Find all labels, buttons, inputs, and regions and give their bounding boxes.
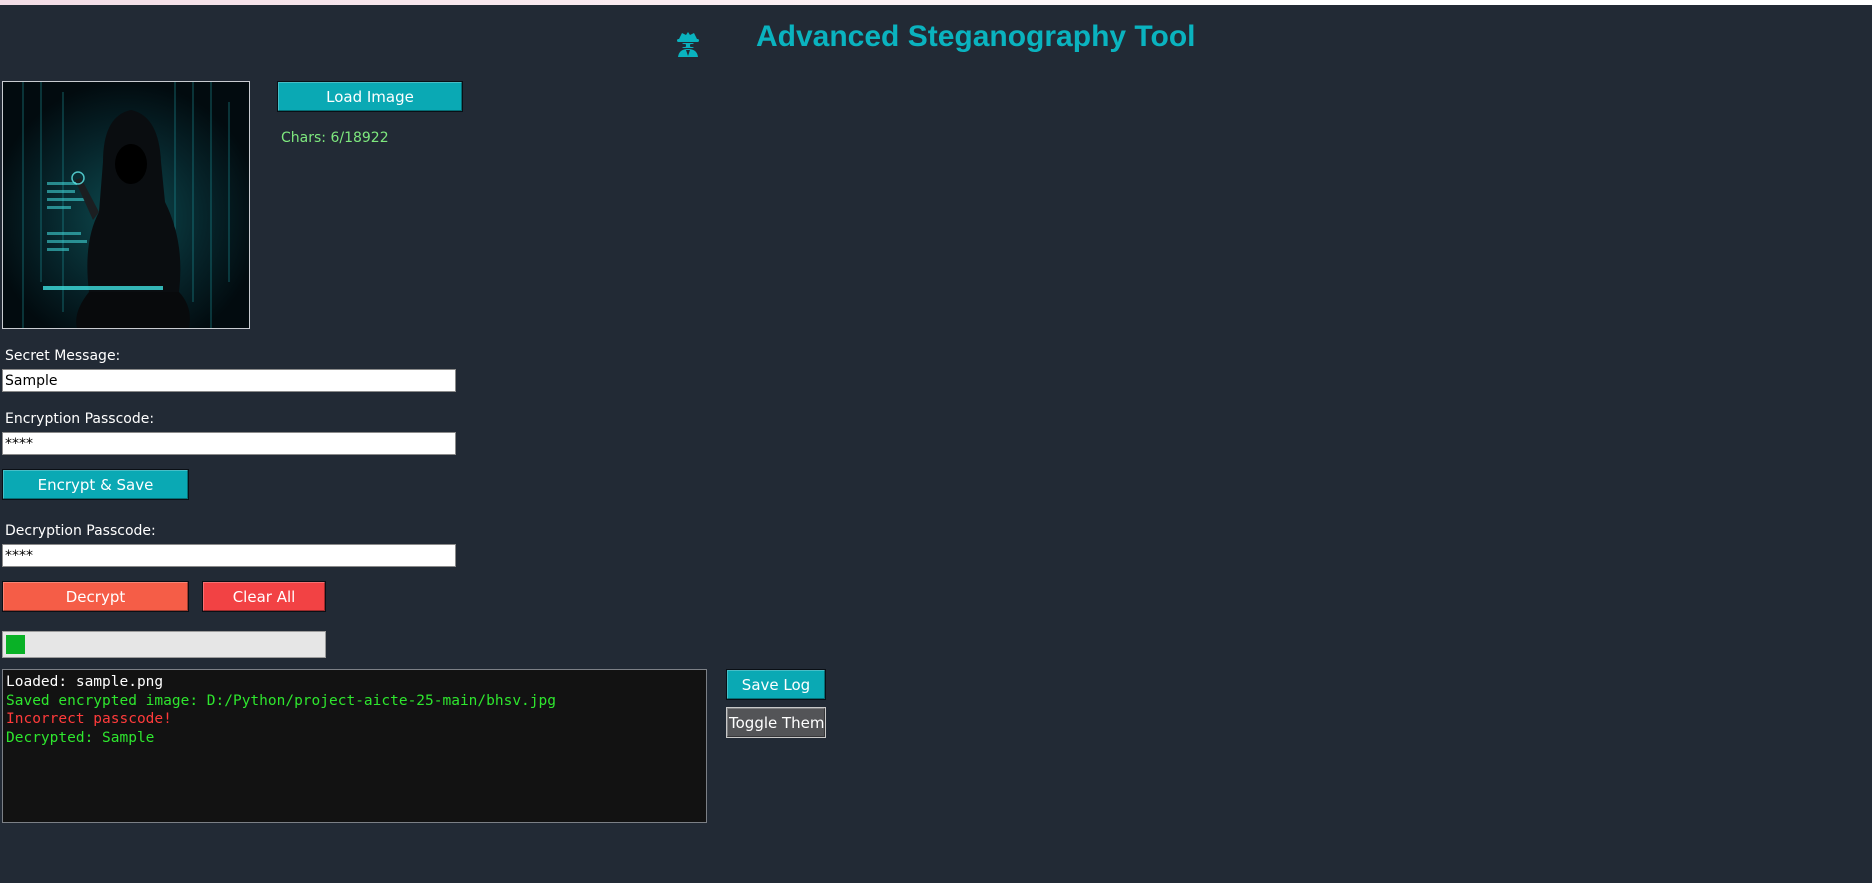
toggle-theme-label: Toggle Theme bbox=[729, 713, 826, 732]
spy-icon bbox=[677, 32, 699, 57]
log-line: Saved encrypted image: D:/Python/project… bbox=[6, 692, 556, 709]
log-line: Decrypted: Sample bbox=[6, 729, 155, 746]
decryption-passcode-input[interactable] bbox=[2, 544, 456, 567]
hooded-hacker-image bbox=[3, 82, 249, 328]
load-image-label: Load Image bbox=[326, 87, 414, 106]
save-log-label: Save Log bbox=[741, 675, 811, 694]
clear-all-label: Clear All bbox=[232, 587, 296, 606]
window-top-strip bbox=[0, 0, 1872, 5]
decryption-passcode-label: Decryption Passcode: bbox=[5, 523, 156, 539]
log-line: Incorrect passcode! bbox=[6, 711, 172, 727]
log-output[interactable]: Loaded: sample.png Saved encrypted image:… bbox=[2, 669, 707, 823]
decrypt-button[interactable]: Decrypt bbox=[2, 581, 189, 612]
save-log-button[interactable]: Save Log bbox=[726, 669, 826, 700]
char-count: Chars: 6/18922 bbox=[281, 130, 389, 146]
encryption-passcode-input[interactable] bbox=[2, 432, 456, 455]
log-line: Loaded: sample.png bbox=[6, 674, 164, 690]
decrypt-label: Decrypt bbox=[65, 587, 126, 606]
progress-bar bbox=[2, 631, 326, 658]
secret-message-input[interactable] bbox=[2, 369, 456, 392]
encryption-passcode-label: Encryption Passcode: bbox=[5, 411, 155, 427]
load-image-button[interactable]: Load Image bbox=[277, 81, 463, 112]
secret-message-label: Secret Message: bbox=[5, 348, 121, 364]
progress-fill bbox=[6, 635, 25, 654]
encrypt-save-label: Encrypt & Save bbox=[37, 475, 154, 494]
toggle-theme-button[interactable]: Toggle Theme bbox=[726, 707, 826, 738]
image-preview bbox=[2, 81, 250, 329]
encrypt-save-button[interactable]: Encrypt & Save bbox=[2, 469, 189, 500]
app-title: Advanced Steganography Tool bbox=[756, 20, 1196, 53]
clear-all-button[interactable]: Clear All bbox=[202, 581, 326, 612]
